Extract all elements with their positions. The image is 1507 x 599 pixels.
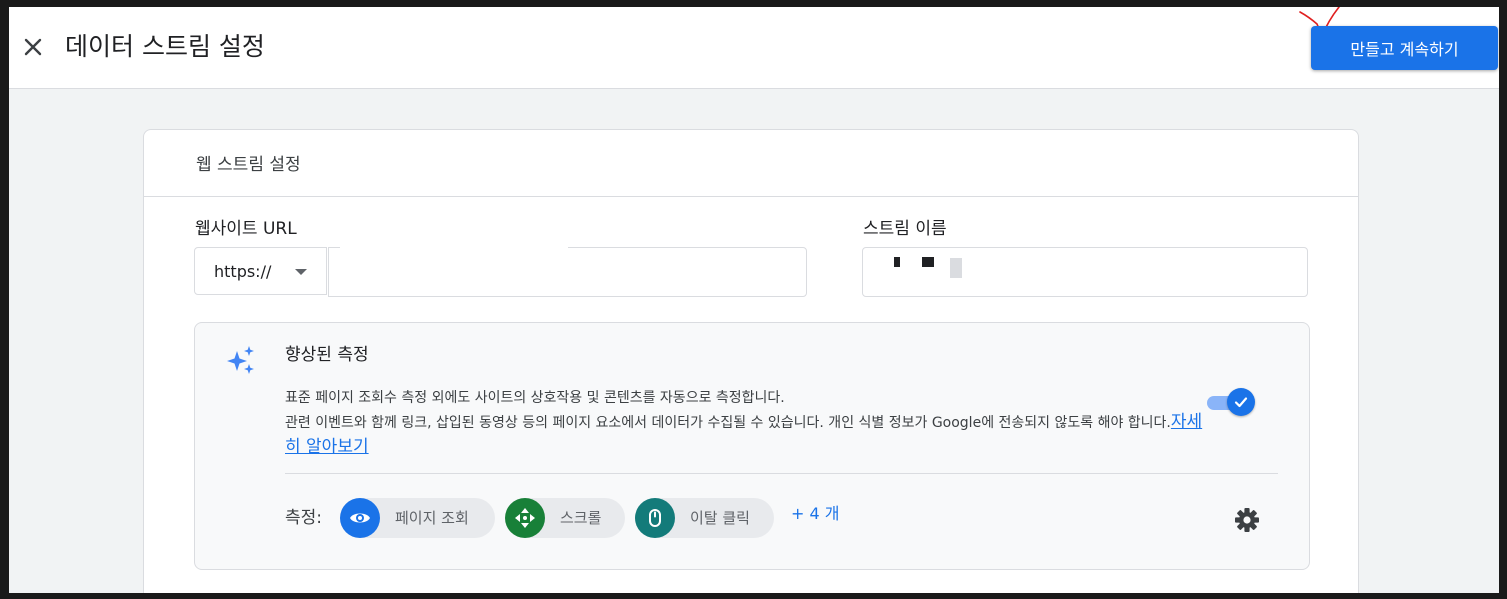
protocol-value: https:// xyxy=(214,262,272,281)
redaction-mark xyxy=(922,257,934,267)
measure-label: 측정: xyxy=(285,508,323,528)
close-icon xyxy=(24,38,42,56)
stream-name-label: 스트림 이름 xyxy=(863,219,947,239)
chip-label: 이탈 클릭 xyxy=(690,509,750,527)
redaction-mask xyxy=(340,240,568,248)
mouse-icon xyxy=(649,509,661,527)
chip-icon-circle xyxy=(505,498,545,538)
measurement-settings-button[interactable] xyxy=(1233,506,1261,534)
protocol-select[interactable]: https:// xyxy=(194,247,327,295)
top-bar: 데이터 스트림 설정 만들고 계속하기 xyxy=(9,7,1499,89)
redaction-mark xyxy=(894,257,900,267)
gear-icon xyxy=(1235,508,1259,532)
scroll-icon xyxy=(515,508,535,528)
redaction-mark xyxy=(950,258,962,278)
check-icon xyxy=(1234,397,1248,408)
eye-icon xyxy=(350,513,370,523)
chip-label: 페이지 조회 xyxy=(395,509,469,527)
web-stream-settings-card: 웹 스트림 설정 웹사이트 URL https:// 스트림 이름 향상된 측정… xyxy=(143,129,1359,593)
website-url-label: 웹사이트 URL xyxy=(195,219,297,239)
card-title: 웹 스트림 설정 xyxy=(196,155,301,175)
sparkle-icon xyxy=(227,346,254,374)
chip-label: 스크롤 xyxy=(560,509,602,527)
description-line: 표준 페이지 조회수 측정 외에도 사이트의 상호작용 및 콘텐츠를 자동으로 … xyxy=(285,390,785,406)
chip-icon-circle xyxy=(635,498,675,538)
website-url-input[interactable] xyxy=(328,247,807,297)
divider xyxy=(285,473,1278,474)
page-title: 데이터 스트림 설정 xyxy=(65,32,265,61)
chip-icon-circle xyxy=(340,498,380,538)
chip-scroll[interactable]: 스크롤 xyxy=(505,498,625,538)
enhanced-measurement-toggle[interactable] xyxy=(1207,388,1257,418)
toggle-knob xyxy=(1227,388,1255,416)
stream-name-input[interactable] xyxy=(862,247,1308,297)
enhanced-measurement-panel: 향상된 측정 표준 페이지 조회수 측정 외에도 사이트의 상호작용 및 콘텐츠… xyxy=(194,322,1310,570)
app-window: 데이터 스트림 설정 만들고 계속하기 웹 스트림 설정 웹사이트 URL ht… xyxy=(9,7,1499,593)
enhanced-measurement-title: 향상된 측정 xyxy=(285,345,369,365)
create-and-continue-button[interactable]: 만들고 계속하기 xyxy=(1311,26,1498,70)
close-button[interactable] xyxy=(21,35,45,59)
enhanced-measurement-description: 표준 페이지 조회수 측정 외에도 사이트의 상호작용 및 콘텐츠를 자동으로 … xyxy=(285,386,1205,460)
more-measurements-link[interactable]: + 4 개 xyxy=(791,503,839,525)
card-header: 웹 스트림 설정 xyxy=(144,130,1358,197)
chip-outbound-click[interactable]: 이탈 클릭 xyxy=(635,498,774,538)
description-line: 관련 이벤트와 함께 링크, 삽입된 동영상 등의 페이지 요소에서 데이터가 … xyxy=(285,415,1171,431)
dropdown-arrow-icon xyxy=(295,269,307,275)
chip-page-view[interactable]: 페이지 조회 xyxy=(340,498,495,538)
